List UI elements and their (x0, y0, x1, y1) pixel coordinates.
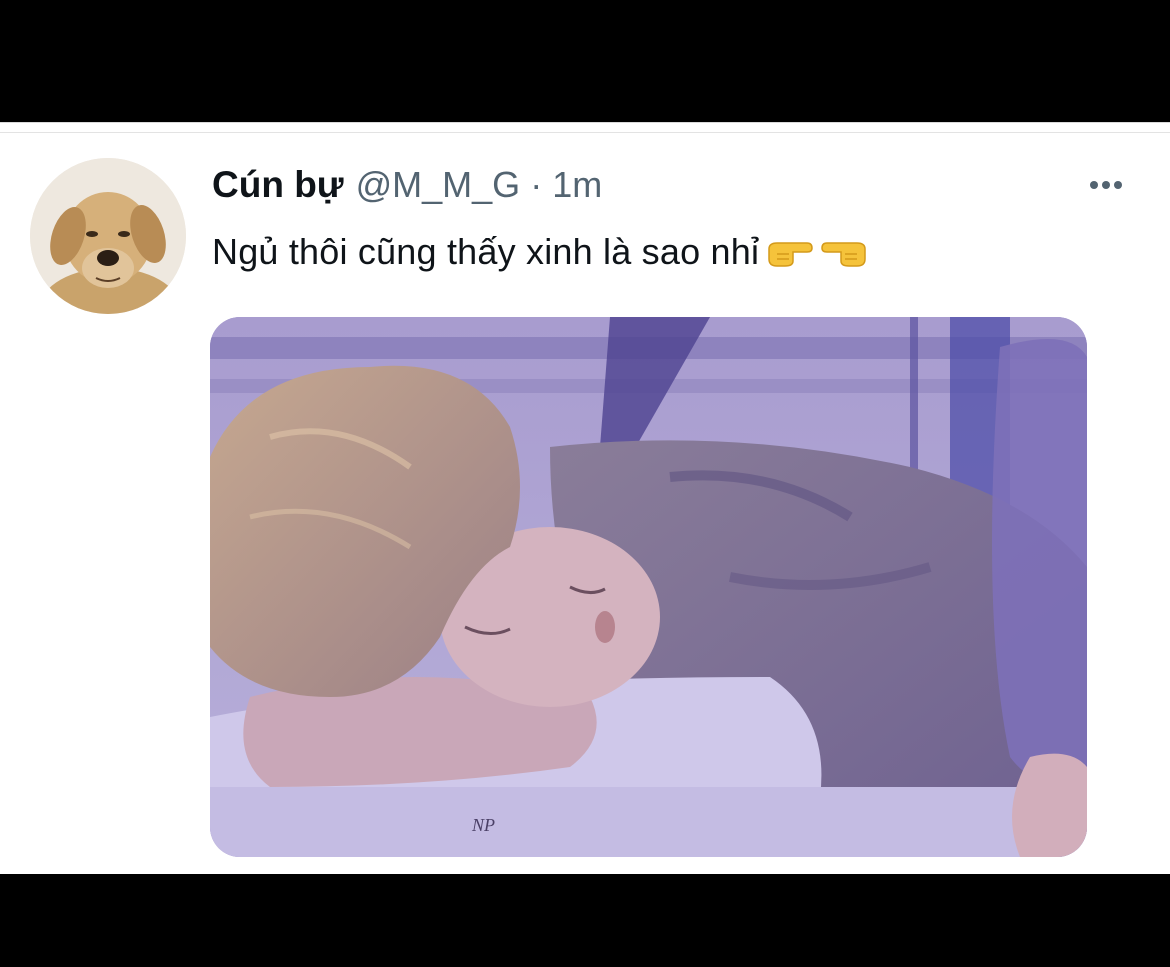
tweet-text: Ngủ thôi cũng thấy xinh là sao nhỉ (212, 231, 760, 272)
sleeping-person-photo: NP (210, 317, 1087, 857)
separator: · (530, 164, 543, 205)
dog-avatar-icon (30, 158, 186, 314)
avatar[interactable] (30, 158, 186, 314)
more-dot (1090, 181, 1098, 189)
more-dot (1102, 181, 1110, 189)
top-letterbox (0, 0, 1170, 122)
tweet-body: Ngủ thôi cũng thấy xinh là sao nhỉ (212, 227, 867, 277)
more-dot (1114, 181, 1122, 189)
timestamp[interactable]: 1m (552, 164, 602, 206)
tweet-media[interactable]: NP (210, 317, 1087, 857)
more-options-icon[interactable] (1084, 171, 1128, 199)
tweet-header: Cún bự @M_M_G · 1m (212, 163, 602, 207)
tweet-card[interactable]: Cún bự @M_M_G · 1m Ngủ thôi cũng thấy xi… (0, 122, 1170, 875)
divider (0, 132, 1170, 133)
bottom-letterbox (0, 874, 1170, 967)
user-handle[interactable]: @M_M_G (356, 164, 521, 206)
pointing-left-icon (821, 242, 866, 267)
pointing-right-icon (768, 242, 813, 267)
display-name[interactable]: Cún bự (212, 164, 344, 206)
svg-text:NP: NP (471, 815, 495, 835)
